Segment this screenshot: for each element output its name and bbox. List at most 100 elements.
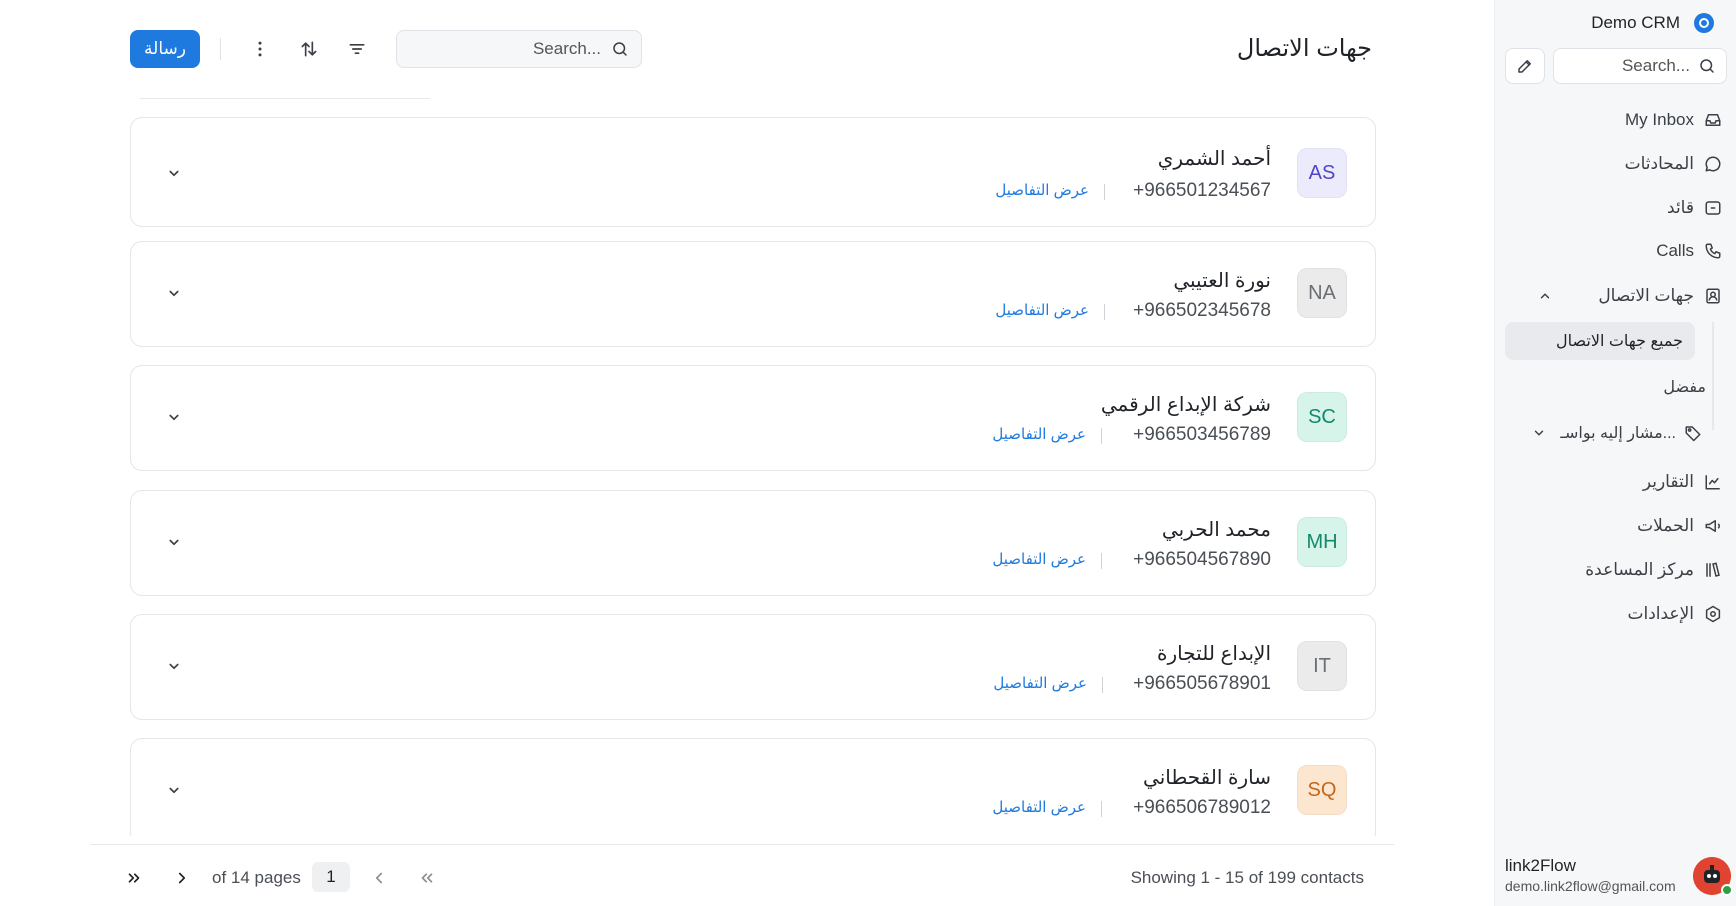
sidebar-sub-all-contacts[interactable]: جميع جهات الاتصال xyxy=(1505,322,1695,360)
chevron-down-icon xyxy=(1535,430,1544,436)
view-details-link[interactable]: عرض التفاصيل xyxy=(992,425,1086,443)
contact-phone: +966506789012 xyxy=(1133,797,1271,818)
compose-button[interactable] xyxy=(1505,48,1545,84)
contact-name: محمد الحربي xyxy=(1161,519,1271,541)
settings-icon xyxy=(1705,605,1721,623)
toolbar-divider xyxy=(220,38,221,60)
user-profile[interactable]: link2Flow demo.link2flow@gmail.com xyxy=(1505,854,1733,898)
chevron-down-icon[interactable] xyxy=(165,781,183,799)
divider xyxy=(1102,677,1103,693)
contact-card[interactable]: AS أحمد الشمري +966501234567 عرض التفاصي… xyxy=(130,117,1376,227)
filter-icon xyxy=(349,44,365,55)
sidebar-item-campaigns[interactable]: الحملات xyxy=(1637,511,1722,541)
chevron-left-icon xyxy=(375,872,383,884)
sidebar-item-label: Calls xyxy=(1656,241,1694,260)
contact-avatar: MH xyxy=(1297,517,1347,567)
sort-button[interactable] xyxy=(294,34,324,64)
chevron-down-icon[interactable] xyxy=(165,533,183,551)
online-status-icon xyxy=(1721,884,1733,896)
chevrons-right-icon xyxy=(128,873,140,883)
contact-avatar: NA xyxy=(1297,268,1347,318)
contact-card[interactable]: SQ سارة القحطاني +966506789012 عرض التفا… xyxy=(130,738,1376,836)
sidebar-item-leads[interactable]: قائد xyxy=(1667,193,1722,223)
view-details-link[interactable]: عرض التفاصيل xyxy=(992,550,1086,568)
contact-avatar: SC xyxy=(1297,392,1347,442)
user-email: demo.link2flow@gmail.com xyxy=(1505,878,1676,894)
sidebar-item-label: الإعدادات xyxy=(1627,604,1694,623)
divider xyxy=(90,844,1394,845)
sidebar-sub-tagged[interactable]: مشار إليه بواسـ... xyxy=(1532,418,1702,448)
sidebar-item-contacts[interactable]: جهات الاتصال xyxy=(1540,281,1722,311)
sidebar-item-reports[interactable]: التقارير xyxy=(1643,467,1722,497)
phone-icon xyxy=(1705,243,1721,259)
sidebar-item-conversations[interactable]: المحادثات xyxy=(1625,149,1722,179)
chat-bubble-icon xyxy=(1705,156,1721,172)
more-vertical-icon xyxy=(258,41,262,57)
contact-card[interactable]: NA نورة العتيبي +966502345678 عرض التفاص… xyxy=(130,241,1376,347)
tag-icon xyxy=(1685,426,1701,442)
filter-button[interactable] xyxy=(342,34,372,64)
view-details-link[interactable]: عرض التفاصيل xyxy=(992,798,1086,816)
contact-avatar: IT xyxy=(1297,641,1347,691)
sidebar-item-label: قائد xyxy=(1667,198,1694,217)
next-page-button[interactable] xyxy=(170,866,194,890)
divider xyxy=(140,98,430,99)
lead-card-icon xyxy=(1705,201,1721,215)
contact-list: AS أحمد الشمري +966501234567 عرض التفاصي… xyxy=(130,96,1376,836)
contact-card[interactable]: MH محمد الحربي +966504567890 عرض التفاصي… xyxy=(130,490,1376,596)
brand-name: Demo CRM xyxy=(1591,13,1680,32)
sidebar-item-my-inbox[interactable]: My Inbox xyxy=(1625,105,1722,135)
view-details-link[interactable]: عرض التفاصيل xyxy=(993,674,1087,692)
chevron-down-icon[interactable] xyxy=(165,164,183,182)
contact-phone: +966505678901 xyxy=(1133,673,1271,694)
divider xyxy=(1104,184,1105,200)
message-button[interactable]: رسالة xyxy=(130,30,200,68)
sidebar-item-settings[interactable]: الإعدادات xyxy=(1627,599,1722,629)
sidebar-item-label: الحملات xyxy=(1637,516,1694,535)
page-title: جهات الاتصال xyxy=(1236,35,1372,62)
sidebar-item-help-center[interactable]: مركز المساعدة xyxy=(1585,555,1722,585)
contact-phone: +966503456789 xyxy=(1133,424,1271,445)
chevron-right-icon xyxy=(178,872,186,884)
page-count-text: of 14 pages xyxy=(212,868,301,887)
chevron-down-icon[interactable] xyxy=(165,408,183,426)
sidebar-search[interactable] xyxy=(1553,48,1727,84)
chevrons-left-icon xyxy=(421,873,433,883)
contact-name: شركة الإبداع الرقمي xyxy=(1100,394,1271,416)
contact-card[interactable]: SC شركة الإبداع الرقمي +966503456789 عرض… xyxy=(130,365,1376,471)
more-options-button[interactable] xyxy=(245,34,275,64)
sidebar-item-label: المحادثات xyxy=(1624,154,1694,173)
divider xyxy=(1104,304,1105,320)
contact-name: أحمد الشمري xyxy=(1157,148,1271,170)
contact-avatar: AS xyxy=(1297,148,1347,198)
contact-avatar: SQ xyxy=(1297,765,1347,815)
brand[interactable]: Demo CRM xyxy=(1591,12,1714,34)
last-page-button[interactable] xyxy=(122,866,146,890)
view-details-link[interactable]: عرض التفاصيل xyxy=(995,181,1089,199)
library-icon xyxy=(1706,562,1720,577)
sidebar-sub-favorite[interactable]: مفضل xyxy=(1663,372,1706,402)
inbox-icon xyxy=(1705,114,1721,126)
contact-book-icon xyxy=(1706,288,1720,304)
current-page-input[interactable]: 1 xyxy=(312,862,350,892)
chevron-down-icon[interactable] xyxy=(165,657,183,675)
first-page-button[interactable] xyxy=(415,866,439,890)
contact-name: سارة القحطاني xyxy=(1143,767,1271,789)
chevron-down-icon[interactable] xyxy=(165,284,183,302)
previous-page-button[interactable] xyxy=(367,866,391,890)
chart-icon xyxy=(1705,475,1720,490)
contacts-search[interactable] xyxy=(396,30,642,68)
contact-card[interactable]: IT الإبداع للتجارة +966505678901 عرض الت… xyxy=(130,614,1376,720)
contact-name: نورة العتيبي xyxy=(1173,270,1271,292)
search-icon xyxy=(1700,59,1714,73)
sidebar-item-label: التقارير xyxy=(1642,472,1694,491)
pencil-icon xyxy=(1518,60,1531,73)
megaphone-icon xyxy=(1705,520,1720,532)
sidebar-item-calls[interactable]: Calls xyxy=(1656,236,1722,266)
contacts-search-input[interactable] xyxy=(421,39,601,59)
sort-arrows-icon xyxy=(301,41,317,57)
view-details-link[interactable]: عرض التفاصيل xyxy=(995,301,1089,319)
sidebar-search-input[interactable] xyxy=(1570,56,1690,76)
sidebar-item-label: جهات الاتصال xyxy=(1598,286,1694,305)
sidebar-item-label: مركز المساعدة xyxy=(1585,560,1694,579)
